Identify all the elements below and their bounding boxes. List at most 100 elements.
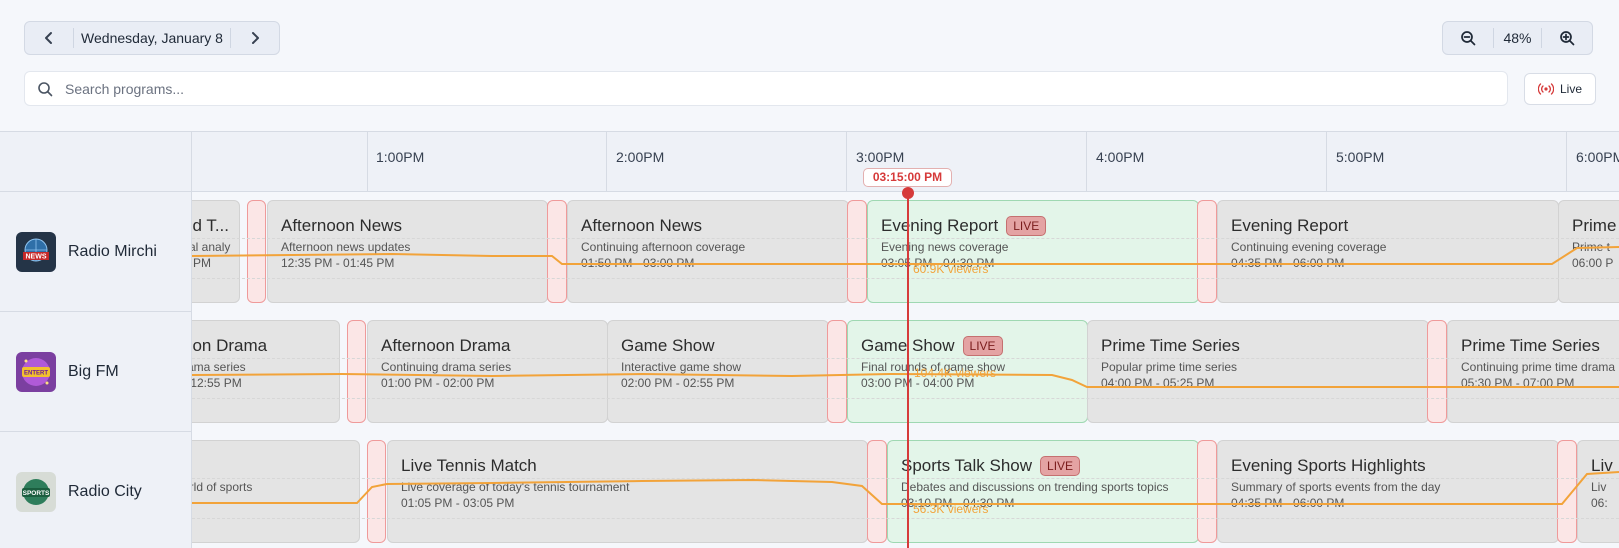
zoom-level: 48% (1493, 28, 1542, 48)
channel-big-fm[interactable]: ENTERT Big FM (0, 312, 192, 432)
program-time: 04:00 PM - 05:25 PM (1101, 376, 1215, 390)
live-button[interactable]: Live (1524, 73, 1596, 105)
program-description: cal analy (192, 240, 231, 254)
program-title (192, 454, 359, 478)
live-badge: LIVE (1040, 456, 1081, 476)
current-time-line (907, 192, 909, 548)
program-block[interactable]: Liv Liv 06: (1577, 440, 1619, 543)
program-time: 01:50 PM - 03:00 PM (581, 256, 695, 270)
program-title: Liv (1591, 456, 1613, 475)
time-label: 5:00PM (1336, 149, 1385, 165)
program-time: 06: (1591, 496, 1608, 510)
channel-list: NEWS Radio Mirchi ENTERT Big FM SPORTS R… (0, 192, 192, 548)
program-title-text: Evening Report (881, 216, 999, 235)
next-day-button[interactable] (231, 22, 279, 54)
schedule-gap (867, 440, 887, 543)
toolbar: Wednesday, January 8 48% Live (0, 0, 1619, 130)
program-block-live[interactable]: Game Show LIVE Final rounds of game show … (847, 320, 1088, 423)
time-label: 2:00PM (616, 149, 665, 165)
program-time: - 12:55 PM (192, 376, 242, 390)
schedule-gap (247, 200, 266, 303)
program-description: Popular prime time series (1101, 360, 1238, 374)
channel-radio-mirchi[interactable]: NEWS Radio Mirchi (0, 192, 192, 312)
schedule-gap (827, 320, 847, 423)
current-date-label[interactable]: Wednesday, January 8 (73, 28, 231, 48)
current-time-marker (902, 187, 914, 199)
program-description: rama series (192, 360, 246, 374)
search-bar (24, 71, 1508, 106)
program-description: Continuing afternoon coverage (581, 240, 746, 254)
program-block[interactable]: Prime Prime t 06:00 P (1558, 200, 1619, 303)
channel-radio-city[interactable]: SPORTS Radio City (0, 432, 192, 548)
zoom-control: 48% (1442, 21, 1593, 55)
program-description: Continuing evening coverage (1231, 240, 1387, 254)
program-row: orld of sports Live Tennis Match Live co… (192, 432, 1619, 548)
broadcast-icon (1537, 83, 1554, 95)
program-block-live[interactable]: Evening Report LIVE Evening news coverage… (867, 200, 1199, 303)
viewer-count: 56.3K viewers (913, 502, 989, 516)
program-row: oon Drama rama series - 12:55 PM Afterno… (192, 312, 1619, 432)
zoom-in-icon (1560, 31, 1575, 46)
program-title: Prime Time Series (1101, 336, 1240, 355)
program-block[interactable]: Afternoon News Continuing afternoon cove… (567, 200, 849, 303)
program-title: Game Show (621, 336, 715, 355)
program-block[interactable]: Prime Time Series Popular prime time ser… (1087, 320, 1429, 423)
program-title: Live Tennis Match (401, 456, 537, 475)
program-block[interactable]: Evening Report Continuing evening covera… (1217, 200, 1559, 303)
zoom-in-button[interactable] (1542, 22, 1592, 54)
program-block[interactable]: orld of sports (192, 440, 360, 543)
schedule-gap (347, 320, 366, 423)
program-title: Afternoon News (581, 216, 702, 235)
program-block[interactable]: Game Show Interactive game show 02:00 PM… (607, 320, 829, 423)
program-title: Afternoon Drama (381, 336, 511, 355)
time-label: 1:00PM (376, 149, 425, 165)
channel-name: Radio Mirchi (68, 242, 157, 260)
time-label: 6:00PM (1576, 149, 1619, 165)
program-description: Interactive game show (621, 360, 742, 374)
program-time: 02:00 PM - 02:55 PM (621, 376, 735, 390)
program-description: Summary of sports events from the day (1231, 480, 1441, 494)
program-block[interactable]: Afternoon Drama Continuing drama series … (367, 320, 608, 423)
channel-name: Radio City (68, 482, 142, 500)
live-badge: LIVE (1006, 216, 1047, 236)
program-time: 0 PM (192, 256, 212, 270)
time-label: 3:00PM (856, 149, 905, 165)
program-block[interactable]: Afternoon News Afternoon news updates 12… (267, 200, 548, 303)
program-title: oon Drama (192, 336, 268, 355)
live-button-label: Live (1559, 82, 1582, 96)
live-badge: LIVE (962, 336, 1003, 356)
program-title: Evening Report (1231, 216, 1349, 235)
program-title: Evening Sports Highlights (1231, 456, 1426, 475)
schedule-gap (1427, 320, 1447, 423)
program-description: Live coverage of today's tennis tourname… (401, 480, 630, 494)
program-title-text: Sports Talk Show (901, 456, 1033, 475)
program-block[interactable]: nd T... cal analy 0 PM (192, 200, 240, 303)
search-input[interactable] (65, 80, 1507, 97)
prev-day-button[interactable] (25, 22, 73, 54)
program-description: Liv (1591, 480, 1607, 494)
schedule-gap (547, 200, 567, 303)
program-block-live[interactable]: Sports Talk Show LIVE Debates and discuss… (887, 440, 1199, 543)
program-block[interactable]: oon Drama rama series - 12:55 PM (192, 320, 340, 423)
program-title: Game Show LIVE (861, 334, 1087, 358)
svg-text:ENTERT: ENTERT (24, 370, 48, 376)
program-title: Prime Time Series (1461, 336, 1600, 355)
viewer-count: 60.9K viewers (913, 262, 989, 276)
search-icon (25, 81, 65, 97)
program-block[interactable]: Evening Sports Highlights Summary of spo… (1217, 440, 1559, 543)
program-block[interactable]: Live Tennis Match Live coverage of today… (387, 440, 868, 543)
program-time: 01:05 PM - 03:05 PM (401, 496, 515, 510)
program-time: 01:00 PM - 02:00 PM (381, 376, 495, 390)
schedule-gap (847, 200, 867, 303)
program-description: Prime t (1572, 240, 1611, 254)
program-rows: nd T... cal analy 0 PM Afternoon News Af… (192, 192, 1619, 548)
news-globe-logo: NEWS (16, 231, 56, 272)
program-time: 12:35 PM - 01:45 PM (281, 256, 395, 270)
program-block[interactable]: Prime Time Series Continuing prime time … (1447, 320, 1619, 423)
program-description: orld of sports (192, 480, 253, 494)
program-title: Prime (1572, 216, 1617, 235)
zoom-out-icon (1461, 31, 1476, 46)
svg-text:SPORTS: SPORTS (23, 490, 50, 497)
program-time: 04:35 PM - 06:00 PM (1231, 256, 1345, 270)
zoom-out-button[interactable] (1443, 22, 1493, 54)
